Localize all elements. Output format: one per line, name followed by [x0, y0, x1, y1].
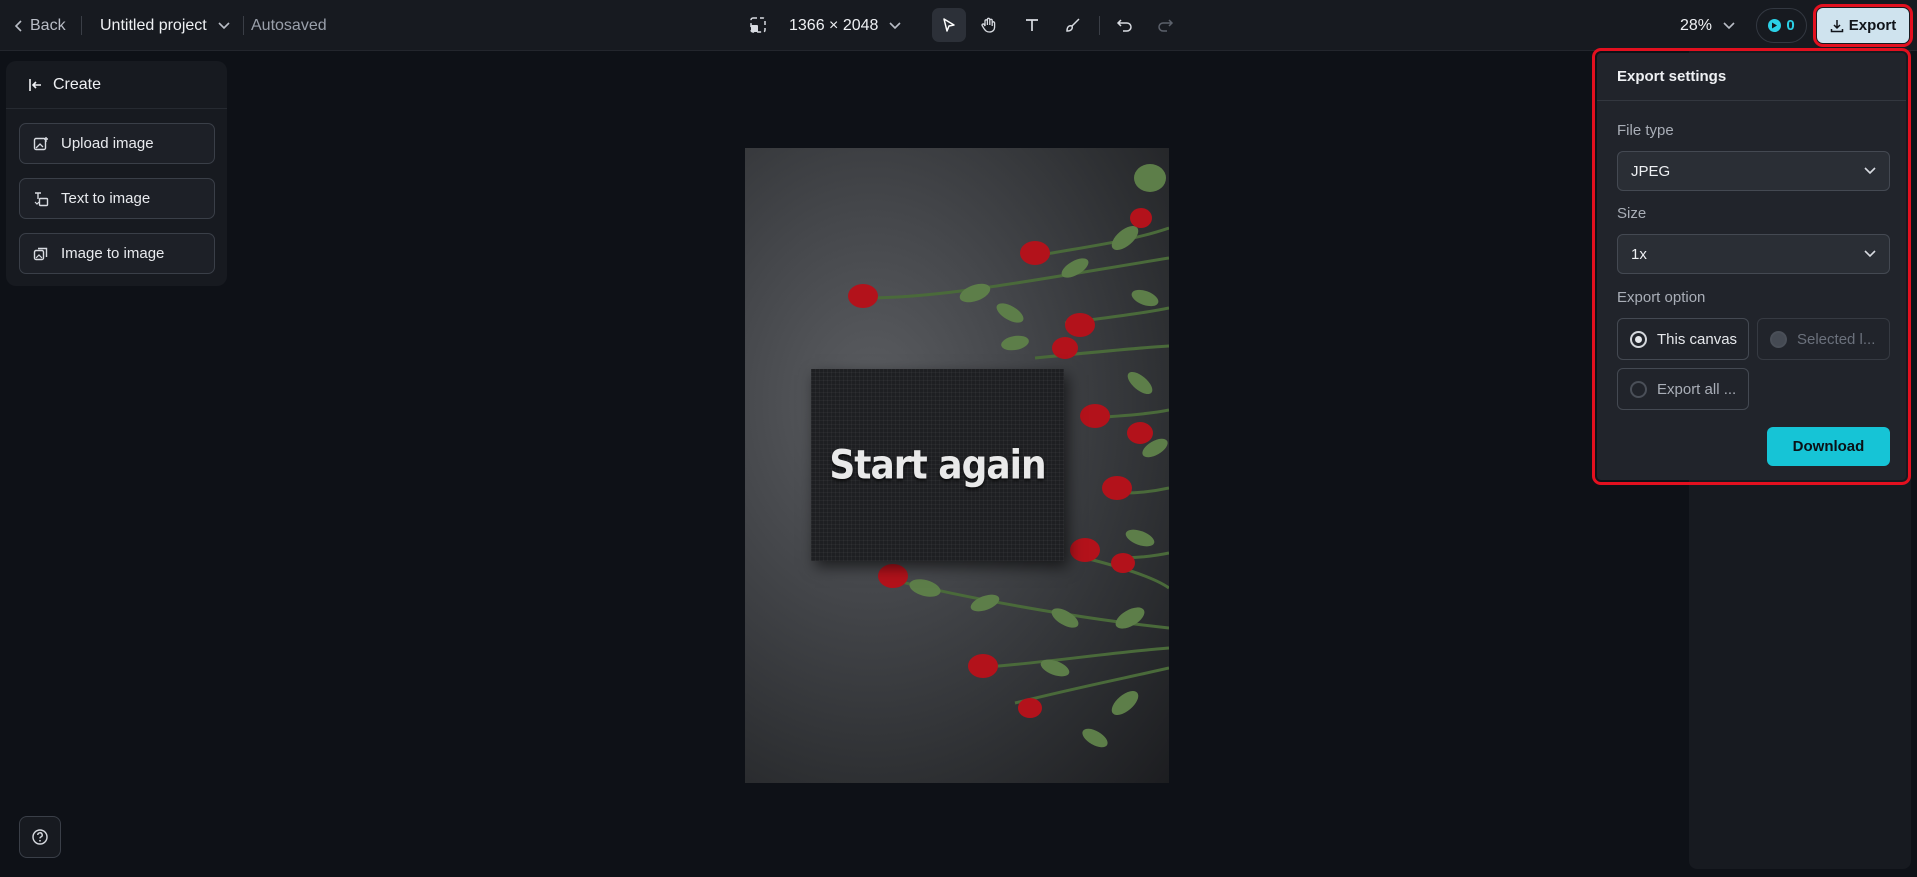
- chevron-down-icon: [218, 21, 230, 29]
- brush-tool-button[interactable]: [1056, 8, 1090, 42]
- export-settings-title: Export settings: [1597, 53, 1906, 101]
- create-panel-header[interactable]: Create: [6, 61, 227, 109]
- download-button[interactable]: Download: [1767, 427, 1890, 466]
- cursor-icon: [943, 18, 955, 32]
- divider: [243, 16, 244, 35]
- download-icon: [1830, 19, 1843, 32]
- export-option-label: Export option: [1617, 289, 1706, 306]
- text-to-image-icon: [34, 191, 49, 206]
- undo-icon: [1116, 19, 1132, 32]
- divider: [81, 16, 82, 35]
- export-button[interactable]: Export: [1813, 4, 1913, 47]
- redo-icon: [1158, 19, 1174, 32]
- text-to-image-label: Text to image: [61, 190, 151, 207]
- file-type-select[interactable]: JPEG: [1617, 151, 1890, 191]
- project-name: Untitled project: [100, 16, 207, 34]
- resize-icon: [750, 17, 766, 33]
- export-label: Export: [1848, 17, 1897, 34]
- top-bar: Back Untitled project Autosaved 1366 × 2…: [0, 0, 1917, 51]
- chevron-left-icon: [14, 19, 22, 32]
- export-settings-popup: Export settings File type JPEG Size 1x E…: [1592, 48, 1911, 485]
- size-value: 1x: [1631, 245, 1647, 263]
- project-name-dropdown[interactable]: Untitled project: [100, 0, 231, 51]
- credits-count: 0: [1786, 17, 1795, 34]
- text-tool-button[interactable]: [1015, 8, 1049, 42]
- letterboard: Start again: [811, 369, 1064, 561]
- credits-icon: [1768, 19, 1782, 32]
- chevron-down-icon: [1723, 21, 1735, 29]
- upload-image-label: Upload image: [61, 135, 154, 152]
- file-type-value: JPEG: [1631, 162, 1671, 180]
- undo-button[interactable]: [1108, 8, 1142, 42]
- text-icon: [1026, 19, 1038, 31]
- create-panel-title: Create: [53, 75, 102, 93]
- help-button[interactable]: [19, 816, 61, 858]
- zoom-dropdown[interactable]: 28%: [1680, 0, 1736, 51]
- upload-image-button[interactable]: Upload image: [19, 123, 215, 164]
- radio-disabled-icon: [1770, 330, 1787, 348]
- hand-tool-button[interactable]: [972, 8, 1006, 42]
- chevron-down-icon: [1864, 250, 1876, 258]
- radio-selected-icon: [1630, 330, 1647, 348]
- help-icon: [32, 829, 48, 845]
- radio-unselected-icon: [1630, 380, 1647, 398]
- brush-icon: [1066, 18, 1080, 32]
- divider: [1099, 16, 1100, 35]
- chevron-down-icon: [889, 21, 901, 29]
- image-to-image-label: Image to image: [61, 245, 165, 262]
- option-this-canvas-label: This canvas: [1657, 330, 1738, 348]
- collapse-left-icon: [29, 78, 41, 91]
- save-status: Autosaved: [251, 16, 327, 34]
- canvas-size-dropdown[interactable]: 1366 × 2048: [789, 0, 902, 51]
- option-export-all-label: Export all ...: [1657, 380, 1737, 398]
- zoom-level: 28%: [1680, 16, 1713, 34]
- credits-badge[interactable]: 0: [1756, 8, 1807, 43]
- image-to-image-icon: [33, 247, 48, 260]
- upload-image-icon: [33, 136, 48, 150]
- size-label: Size: [1617, 205, 1647, 222]
- redo-button[interactable]: [1148, 8, 1182, 42]
- size-select[interactable]: 1x: [1617, 234, 1890, 274]
- canvas-size: 1366 × 2048: [789, 16, 879, 34]
- option-this-canvas[interactable]: This canvas: [1617, 318, 1749, 360]
- chevron-down-icon: [1864, 167, 1876, 175]
- design-canvas[interactable]: Start again: [745, 148, 1169, 783]
- back-button[interactable]: Back: [14, 0, 66, 51]
- option-selected-layers-label: Selected l...: [1797, 330, 1876, 348]
- resize-canvas-button[interactable]: [741, 8, 775, 42]
- back-label: Back: [30, 16, 66, 34]
- file-type-label: File type: [1617, 122, 1674, 139]
- hand-icon: [981, 17, 996, 33]
- option-selected-layers[interactable]: Selected l...: [1757, 318, 1890, 360]
- create-panel: Create Upload image Text to image Image …: [6, 61, 227, 286]
- option-export-all[interactable]: Export all ...: [1617, 368, 1749, 410]
- image-to-image-button[interactable]: Image to image: [19, 233, 215, 274]
- text-to-image-button[interactable]: Text to image: [19, 178, 215, 219]
- select-tool-button[interactable]: [932, 8, 966, 42]
- canvas-text[interactable]: Start again: [811, 357, 1064, 572]
